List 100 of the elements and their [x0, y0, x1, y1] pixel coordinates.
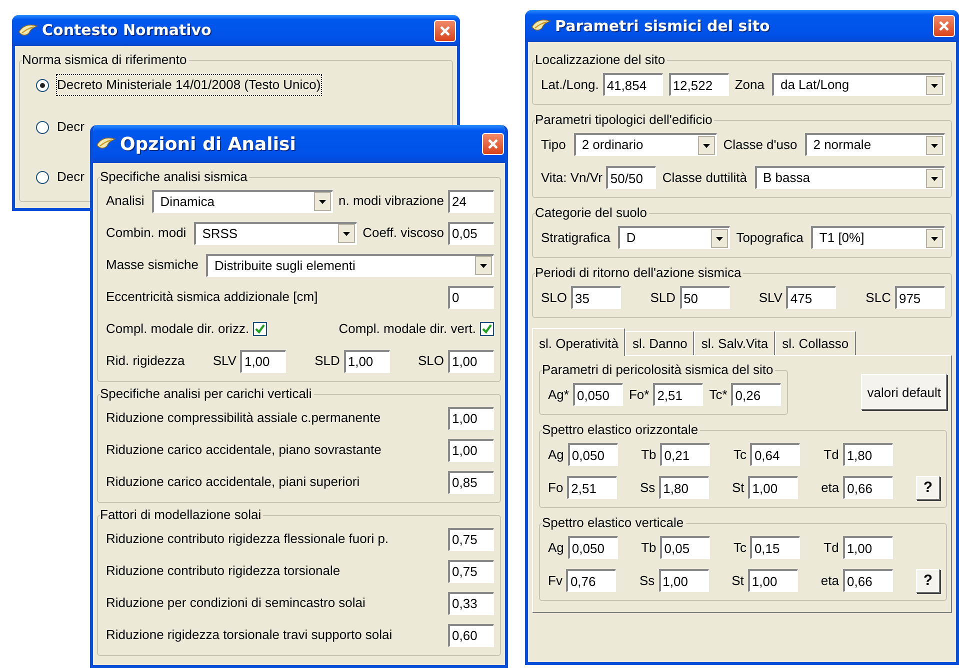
- input-field[interactable]: 1,00: [240, 350, 286, 372]
- radio-label[interactable]: Decr: [57, 117, 84, 137]
- field-label: Coeff. viscoso: [362, 224, 444, 242]
- default-values-button[interactable]: valori default: [861, 374, 947, 410]
- radio-button[interactable]: [36, 170, 49, 184]
- input-field[interactable]: 0,05: [448, 222, 494, 244]
- input-field[interactable]: 1,00: [448, 406, 494, 430]
- input-field[interactable]: 0,66: [843, 476, 894, 499]
- input-field[interactable]: 24: [448, 190, 494, 212]
- group-title: Specifiche analisi sismica: [100, 169, 248, 185]
- input-field[interactable]: 0,26: [731, 383, 782, 406]
- close-button[interactable]: [482, 133, 504, 155]
- field-label: Eccentricità sismica addizionale [cm]: [106, 288, 319, 306]
- input-field[interactable]: 35: [571, 286, 622, 309]
- radio-button[interactable]: [36, 120, 49, 134]
- help-button[interactable]: ?: [916, 476, 940, 500]
- input-field[interactable]: 2,51: [653, 383, 704, 406]
- field-label: Riduzione rigidezza torsionale travi supporto solai: [106, 626, 394, 644]
- input-field[interactable]: 0,21: [660, 443, 710, 466]
- input-field[interactable]: 475: [786, 286, 836, 309]
- input-field[interactable]: 0,75: [448, 560, 494, 582]
- group-title: Fattori di modellazione solai: [100, 507, 262, 523]
- field-label: Classe duttilità: [662, 168, 747, 187]
- checkbox[interactable]: [253, 322, 268, 336]
- caret-icon: [475, 256, 492, 275]
- dropdown[interactable]: SRSS: [194, 222, 357, 244]
- group-title: Specifiche analisi per carichi verticali: [100, 386, 313, 402]
- field-label: SLO: [418, 352, 444, 370]
- input-field[interactable]: 0,15: [750, 536, 800, 559]
- field-label: Ag: [548, 538, 564, 557]
- field-label: Fo: [548, 478, 564, 497]
- help-button[interactable]: ?: [916, 568, 940, 592]
- dropdown[interactable]: Dinamica: [152, 190, 332, 212]
- field-label: SLC: [866, 288, 891, 307]
- group-title: Localizzazione del sito: [535, 52, 666, 68]
- tab[interactable]: sl. Operatività: [532, 328, 626, 356]
- input-field[interactable]: 0,33: [448, 592, 494, 614]
- input-field[interactable]: 1,00: [448, 438, 494, 462]
- caret-icon: [926, 228, 944, 248]
- field-label: Stratigrafica: [541, 228, 610, 247]
- tab[interactable]: sl. Danno: [625, 331, 694, 355]
- close-button[interactable]: [434, 20, 456, 42]
- dropdown[interactable]: Distribuite sugli elementi: [206, 254, 494, 276]
- input-field[interactable]: 0,60: [448, 624, 494, 646]
- input-field[interactable]: 0: [448, 286, 494, 308]
- input-field[interactable]: 1,80: [842, 443, 893, 466]
- field-label: Ag*: [548, 386, 569, 404]
- field-label: SLV: [212, 352, 236, 370]
- field-label: Vita: Vn/Vr: [541, 168, 602, 187]
- close-button[interactable]: [933, 15, 955, 37]
- input-field[interactable]: 0,66: [843, 569, 893, 592]
- dropdown[interactable]: T1 [0%]: [811, 226, 946, 249]
- field-label: Ag: [548, 446, 564, 464]
- input-field[interactable]: 0,050: [568, 536, 618, 559]
- radio-button[interactable]: [36, 78, 49, 92]
- window-title: Contesto Normativo: [42, 20, 212, 42]
- tab[interactable]: sl. Salv.Vita: [694, 331, 776, 355]
- dropdown[interactable]: da Lat/Long: [772, 73, 945, 96]
- input-field[interactable]: 50: [680, 286, 730, 309]
- input-field[interactable]: 0,050: [568, 443, 618, 466]
- input-field[interactable]: 1,00: [748, 476, 798, 499]
- field-label: Masse sismiche: [106, 256, 198, 274]
- dropdown[interactable]: 2 normale: [805, 133, 945, 156]
- window-title: Parametri sismici del sito: [555, 16, 771, 37]
- input-field[interactable]: 1,00: [344, 350, 390, 372]
- input-field[interactable]: 0,76: [566, 569, 616, 592]
- input-field[interactable]: 1,00: [842, 536, 893, 559]
- group-title: Periodi di ritorno dell'azione sismica: [535, 265, 742, 281]
- input-field[interactable]: 975: [894, 286, 945, 309]
- field-label: St: [732, 572, 744, 590]
- radio-label[interactable]: Decreto Ministeriale 14/01/2008 (Testo Unico): [57, 75, 321, 95]
- input-field[interactable]: 50/50: [606, 166, 656, 189]
- input-field[interactable]: 0,64: [750, 443, 800, 466]
- field-label: Riduzione carico accidentale, piani superiori: [106, 473, 361, 492]
- input-field[interactable]: 0,050: [572, 383, 623, 406]
- input-field[interactable]: 0,05: [660, 536, 710, 559]
- caret-icon: [926, 76, 943, 94]
- input-field[interactable]: 0,75: [448, 528, 494, 550]
- field-label: SLO: [541, 288, 568, 307]
- input-field[interactable]: 1,00: [658, 569, 709, 592]
- field-label: Fv: [548, 572, 562, 590]
- field-label: SLD: [314, 352, 340, 370]
- input-field[interactable]: 1,00: [748, 569, 798, 592]
- radio-label[interactable]: Decr: [57, 167, 84, 187]
- dropdown[interactable]: D: [618, 226, 730, 249]
- input-field[interactable]: 2,51: [567, 476, 618, 499]
- input-field[interactable]: 41,854: [602, 73, 663, 96]
- input-field[interactable]: 1,00: [448, 350, 494, 372]
- input-field[interactable]: 1,80: [659, 476, 710, 499]
- field-label: Tc: [733, 538, 746, 557]
- field-label: Tipo: [541, 136, 566, 154]
- input-field[interactable]: 12,522: [668, 73, 729, 96]
- field-label: Riduzione contributo rigidezza flessionale fuori p.: [106, 530, 390, 548]
- input-field[interactable]: 0,85: [448, 470, 494, 494]
- field-label: Tb: [641, 538, 656, 557]
- dropdown[interactable]: 2 ordinario: [574, 133, 718, 156]
- tab[interactable]: sl. Collasso: [775, 331, 856, 355]
- window-title: Opzioni di Analisi: [120, 132, 297, 156]
- dropdown[interactable]: B bassa: [754, 166, 945, 189]
- checkbox[interactable]: [480, 322, 494, 336]
